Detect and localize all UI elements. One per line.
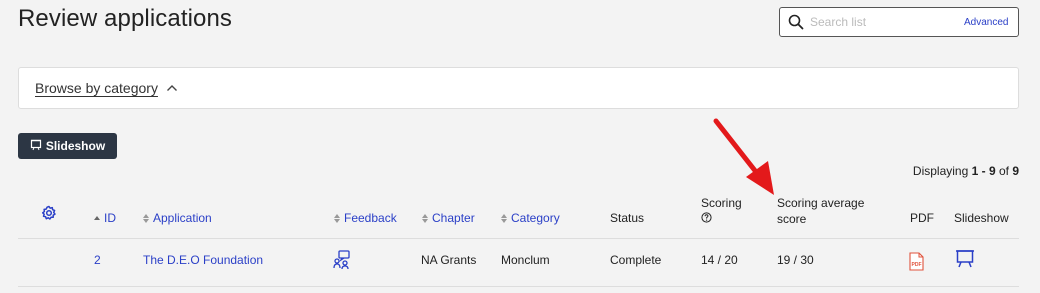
table-row[interactable]: 2 The D.E.O Foundation NA Grants Monclum…: [18, 239, 1019, 287]
page-title: Review applications: [18, 5, 233, 32]
row-id-link[interactable]: 2: [94, 252, 101, 268]
chevron-up-icon[interactable]: [166, 84, 178, 92]
pagination-prefix: Displaying: [912, 164, 972, 178]
pagination-of: of: [995, 164, 1013, 178]
row-chapter: NA Grants: [421, 253, 477, 267]
column-header-category[interactable]: Category: [501, 210, 560, 226]
feedback-icon[interactable]: [333, 250, 351, 274]
advanced-search-link[interactable]: Advanced: [964, 17, 1008, 28]
row-application-link[interactable]: The D.E.O Foundation: [143, 252, 263, 268]
pdf-icon[interactable]: PDF: [909, 252, 924, 275]
row-scoring: 14 / 20: [701, 253, 738, 267]
browse-by-category-panel[interactable]: Browse by category: [18, 67, 1019, 109]
search-box: Advanced: [779, 7, 1019, 37]
row-scoring-average: 19 / 30: [777, 253, 814, 267]
table-header: ID Application Feedback Chapter Category…: [18, 190, 1019, 239]
slideshow-button-label: Slideshow: [45, 139, 106, 153]
browse-by-category-link[interactable]: Browse by category: [35, 80, 158, 96]
sort-icon: [334, 213, 340, 223]
column-header-application[interactable]: Application: [143, 210, 212, 226]
sort-ascending-icon: [94, 216, 100, 220]
pagination-total: 9: [1012, 164, 1019, 178]
search-input[interactable]: [810, 9, 958, 35]
presentation-icon: [30, 139, 42, 154]
column-settings-gear-icon[interactable]: [41, 205, 57, 225]
column-header-id[interactable]: ID: [94, 210, 116, 226]
sort-icon: [501, 213, 507, 223]
annotation-arrow-icon: [713, 118, 774, 195]
sort-icon: [143, 213, 149, 223]
column-header-feedback[interactable]: Feedback: [334, 210, 397, 226]
slideshow-button[interactable]: Slideshow: [18, 133, 117, 159]
column-header-slideshow: Slideshow: [954, 211, 1009, 225]
column-header-scoring: Scoring: [701, 195, 742, 227]
pagination-range: 1 - 9: [971, 164, 996, 178]
row-category: Monclum: [501, 253, 550, 267]
help-icon[interactable]: [701, 212, 712, 226]
column-header-pdf: PDF: [910, 211, 934, 225]
search-icon: [782, 14, 810, 30]
slideshow-presentation-icon[interactable]: [955, 249, 975, 273]
column-header-status: Status: [610, 211, 645, 225]
column-header-chapter[interactable]: Chapter: [422, 210, 475, 226]
pagination-summary: Displaying 1 - 9 of 9: [913, 164, 1019, 178]
row-status: Complete: [610, 253, 662, 267]
column-header-scoring-average: Scoring average score: [777, 196, 865, 226]
sort-icon: [422, 213, 428, 223]
svg-text:PDF: PDF: [912, 262, 922, 268]
